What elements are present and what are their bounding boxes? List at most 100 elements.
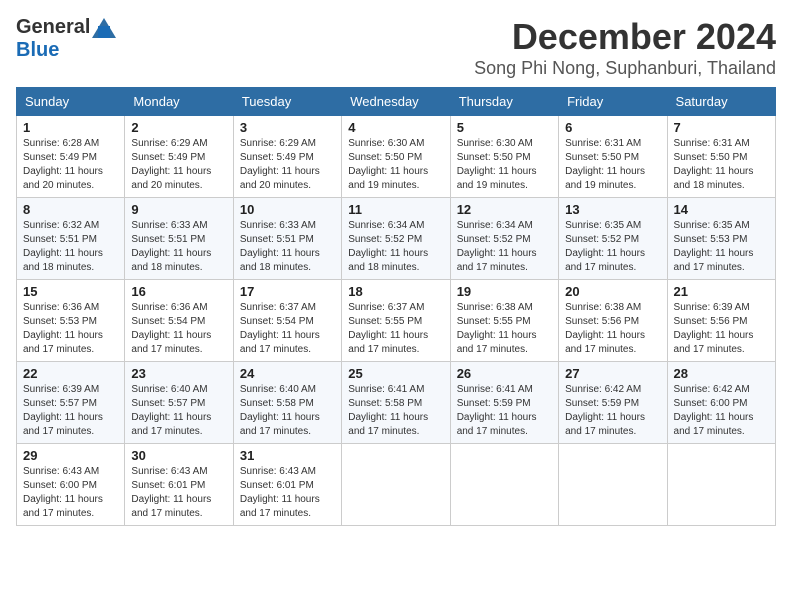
calendar-cell: 4 Sunrise: 6:30 AMSunset: 5:50 PMDayligh… (342, 116, 450, 198)
day-number: 17 (240, 284, 335, 299)
day-info: Sunrise: 6:40 AMSunset: 5:57 PMDaylight:… (131, 384, 211, 437)
calendar-cell (667, 444, 775, 526)
day-number: 11 (348, 202, 443, 217)
calendar-cell: 11 Sunrise: 6:34 AMSunset: 5:52 PMDaylig… (342, 198, 450, 280)
day-number: 26 (457, 366, 552, 381)
calendar-cell: 14 Sunrise: 6:35 AMSunset: 5:53 PMDaylig… (667, 198, 775, 280)
day-number: 9 (131, 202, 226, 217)
calendar-cell: 15 Sunrise: 6:36 AMSunset: 5:53 PMDaylig… (17, 280, 125, 362)
day-info: Sunrise: 6:43 AMSunset: 6:01 PMDaylight:… (131, 466, 211, 519)
day-number: 7 (674, 120, 769, 135)
calendar-cell: 22 Sunrise: 6:39 AMSunset: 5:57 PMDaylig… (17, 362, 125, 444)
location-title: Song Phi Nong, Suphanburi, Thailand (474, 58, 776, 79)
calendar-cell (559, 444, 667, 526)
calendar-cell: 20 Sunrise: 6:38 AMSunset: 5:56 PMDaylig… (559, 280, 667, 362)
day-info: Sunrise: 6:36 AMSunset: 5:54 PMDaylight:… (131, 302, 211, 355)
day-number: 8 (23, 202, 118, 217)
calendar-cell: 9 Sunrise: 6:33 AMSunset: 5:51 PMDayligh… (125, 198, 233, 280)
calendar-cell: 16 Sunrise: 6:36 AMSunset: 5:54 PMDaylig… (125, 280, 233, 362)
calendar-cell: 31 Sunrise: 6:43 AMSunset: 6:01 PMDaylig… (233, 444, 341, 526)
day-info: Sunrise: 6:29 AMSunset: 5:49 PMDaylight:… (131, 138, 211, 191)
day-info: Sunrise: 6:42 AMSunset: 6:00 PMDaylight:… (674, 384, 754, 437)
day-info: Sunrise: 6:39 AMSunset: 5:56 PMDaylight:… (674, 302, 754, 355)
logo-blue: Blue (16, 39, 59, 62)
day-info: Sunrise: 6:34 AMSunset: 5:52 PMDaylight:… (457, 220, 537, 273)
day-info: Sunrise: 6:30 AMSunset: 5:50 PMDaylight:… (348, 138, 428, 191)
page-header: General Blue December 2024 Song Phi Nong… (16, 16, 776, 79)
day-info: Sunrise: 6:42 AMSunset: 5:59 PMDaylight:… (565, 384, 645, 437)
day-header-saturday: Saturday (667, 88, 775, 116)
day-number: 18 (348, 284, 443, 299)
day-number: 13 (565, 202, 660, 217)
day-number: 25 (348, 366, 443, 381)
day-number: 21 (674, 284, 769, 299)
day-number: 23 (131, 366, 226, 381)
day-number: 24 (240, 366, 335, 381)
day-number: 15 (23, 284, 118, 299)
day-number: 10 (240, 202, 335, 217)
calendar-cell: 1 Sunrise: 6:28 AMSunset: 5:49 PMDayligh… (17, 116, 125, 198)
day-header-sunday: Sunday (17, 88, 125, 116)
day-number: 29 (23, 448, 118, 463)
logo: General Blue (16, 16, 116, 62)
day-number: 2 (131, 120, 226, 135)
calendar-cell: 17 Sunrise: 6:37 AMSunset: 5:54 PMDaylig… (233, 280, 341, 362)
day-number: 28 (674, 366, 769, 381)
logo-icon (92, 18, 116, 38)
day-info: Sunrise: 6:35 AMSunset: 5:53 PMDaylight:… (674, 220, 754, 273)
day-info: Sunrise: 6:41 AMSunset: 5:59 PMDaylight:… (457, 384, 537, 437)
calendar-cell: 28 Sunrise: 6:42 AMSunset: 6:00 PMDaylig… (667, 362, 775, 444)
day-info: Sunrise: 6:37 AMSunset: 5:54 PMDaylight:… (240, 302, 320, 355)
title-section: December 2024 Song Phi Nong, Suphanburi,… (474, 16, 776, 79)
day-header-monday: Monday (125, 88, 233, 116)
day-info: Sunrise: 6:41 AMSunset: 5:58 PMDaylight:… (348, 384, 428, 437)
calendar-cell: 26 Sunrise: 6:41 AMSunset: 5:59 PMDaylig… (450, 362, 558, 444)
calendar-cell: 30 Sunrise: 6:43 AMSunset: 6:01 PMDaylig… (125, 444, 233, 526)
day-info: Sunrise: 6:31 AMSunset: 5:50 PMDaylight:… (565, 138, 645, 191)
calendar-cell: 13 Sunrise: 6:35 AMSunset: 5:52 PMDaylig… (559, 198, 667, 280)
day-header-wednesday: Wednesday (342, 88, 450, 116)
day-info: Sunrise: 6:36 AMSunset: 5:53 PMDaylight:… (23, 302, 103, 355)
calendar-cell: 29 Sunrise: 6:43 AMSunset: 6:00 PMDaylig… (17, 444, 125, 526)
day-header-tuesday: Tuesday (233, 88, 341, 116)
day-number: 14 (674, 202, 769, 217)
calendar-cell: 27 Sunrise: 6:42 AMSunset: 5:59 PMDaylig… (559, 362, 667, 444)
day-info: Sunrise: 6:31 AMSunset: 5:50 PMDaylight:… (674, 138, 754, 191)
calendar-cell: 23 Sunrise: 6:40 AMSunset: 5:57 PMDaylig… (125, 362, 233, 444)
day-info: Sunrise: 6:32 AMSunset: 5:51 PMDaylight:… (23, 220, 103, 273)
calendar-cell (342, 444, 450, 526)
calendar-cell: 12 Sunrise: 6:34 AMSunset: 5:52 PMDaylig… (450, 198, 558, 280)
day-info: Sunrise: 6:38 AMSunset: 5:56 PMDaylight:… (565, 302, 645, 355)
day-info: Sunrise: 6:34 AMSunset: 5:52 PMDaylight:… (348, 220, 428, 273)
day-info: Sunrise: 6:28 AMSunset: 5:49 PMDaylight:… (23, 138, 103, 191)
day-number: 19 (457, 284, 552, 299)
day-number: 31 (240, 448, 335, 463)
day-number: 16 (131, 284, 226, 299)
calendar-cell (450, 444, 558, 526)
day-header-friday: Friday (559, 88, 667, 116)
day-info: Sunrise: 6:40 AMSunset: 5:58 PMDaylight:… (240, 384, 320, 437)
day-number: 1 (23, 120, 118, 135)
day-info: Sunrise: 6:43 AMSunset: 6:00 PMDaylight:… (23, 466, 103, 519)
day-info: Sunrise: 6:33 AMSunset: 5:51 PMDaylight:… (131, 220, 211, 273)
logo-general: General (16, 16, 90, 39)
calendar-cell: 21 Sunrise: 6:39 AMSunset: 5:56 PMDaylig… (667, 280, 775, 362)
day-number: 5 (457, 120, 552, 135)
day-number: 22 (23, 366, 118, 381)
calendar-cell: 5 Sunrise: 6:30 AMSunset: 5:50 PMDayligh… (450, 116, 558, 198)
day-number: 3 (240, 120, 335, 135)
day-number: 12 (457, 202, 552, 217)
calendar-cell: 10 Sunrise: 6:33 AMSunset: 5:51 PMDaylig… (233, 198, 341, 280)
day-number: 30 (131, 448, 226, 463)
day-info: Sunrise: 6:39 AMSunset: 5:57 PMDaylight:… (23, 384, 103, 437)
calendar-cell: 25 Sunrise: 6:41 AMSunset: 5:58 PMDaylig… (342, 362, 450, 444)
calendar-table: SundayMondayTuesdayWednesdayThursdayFrid… (16, 87, 776, 526)
calendar-cell: 3 Sunrise: 6:29 AMSunset: 5:49 PMDayligh… (233, 116, 341, 198)
day-info: Sunrise: 6:35 AMSunset: 5:52 PMDaylight:… (565, 220, 645, 273)
day-number: 6 (565, 120, 660, 135)
day-number: 27 (565, 366, 660, 381)
calendar-cell: 6 Sunrise: 6:31 AMSunset: 5:50 PMDayligh… (559, 116, 667, 198)
calendar-cell: 2 Sunrise: 6:29 AMSunset: 5:49 PMDayligh… (125, 116, 233, 198)
calendar-cell: 8 Sunrise: 6:32 AMSunset: 5:51 PMDayligh… (17, 198, 125, 280)
calendar-cell: 24 Sunrise: 6:40 AMSunset: 5:58 PMDaylig… (233, 362, 341, 444)
